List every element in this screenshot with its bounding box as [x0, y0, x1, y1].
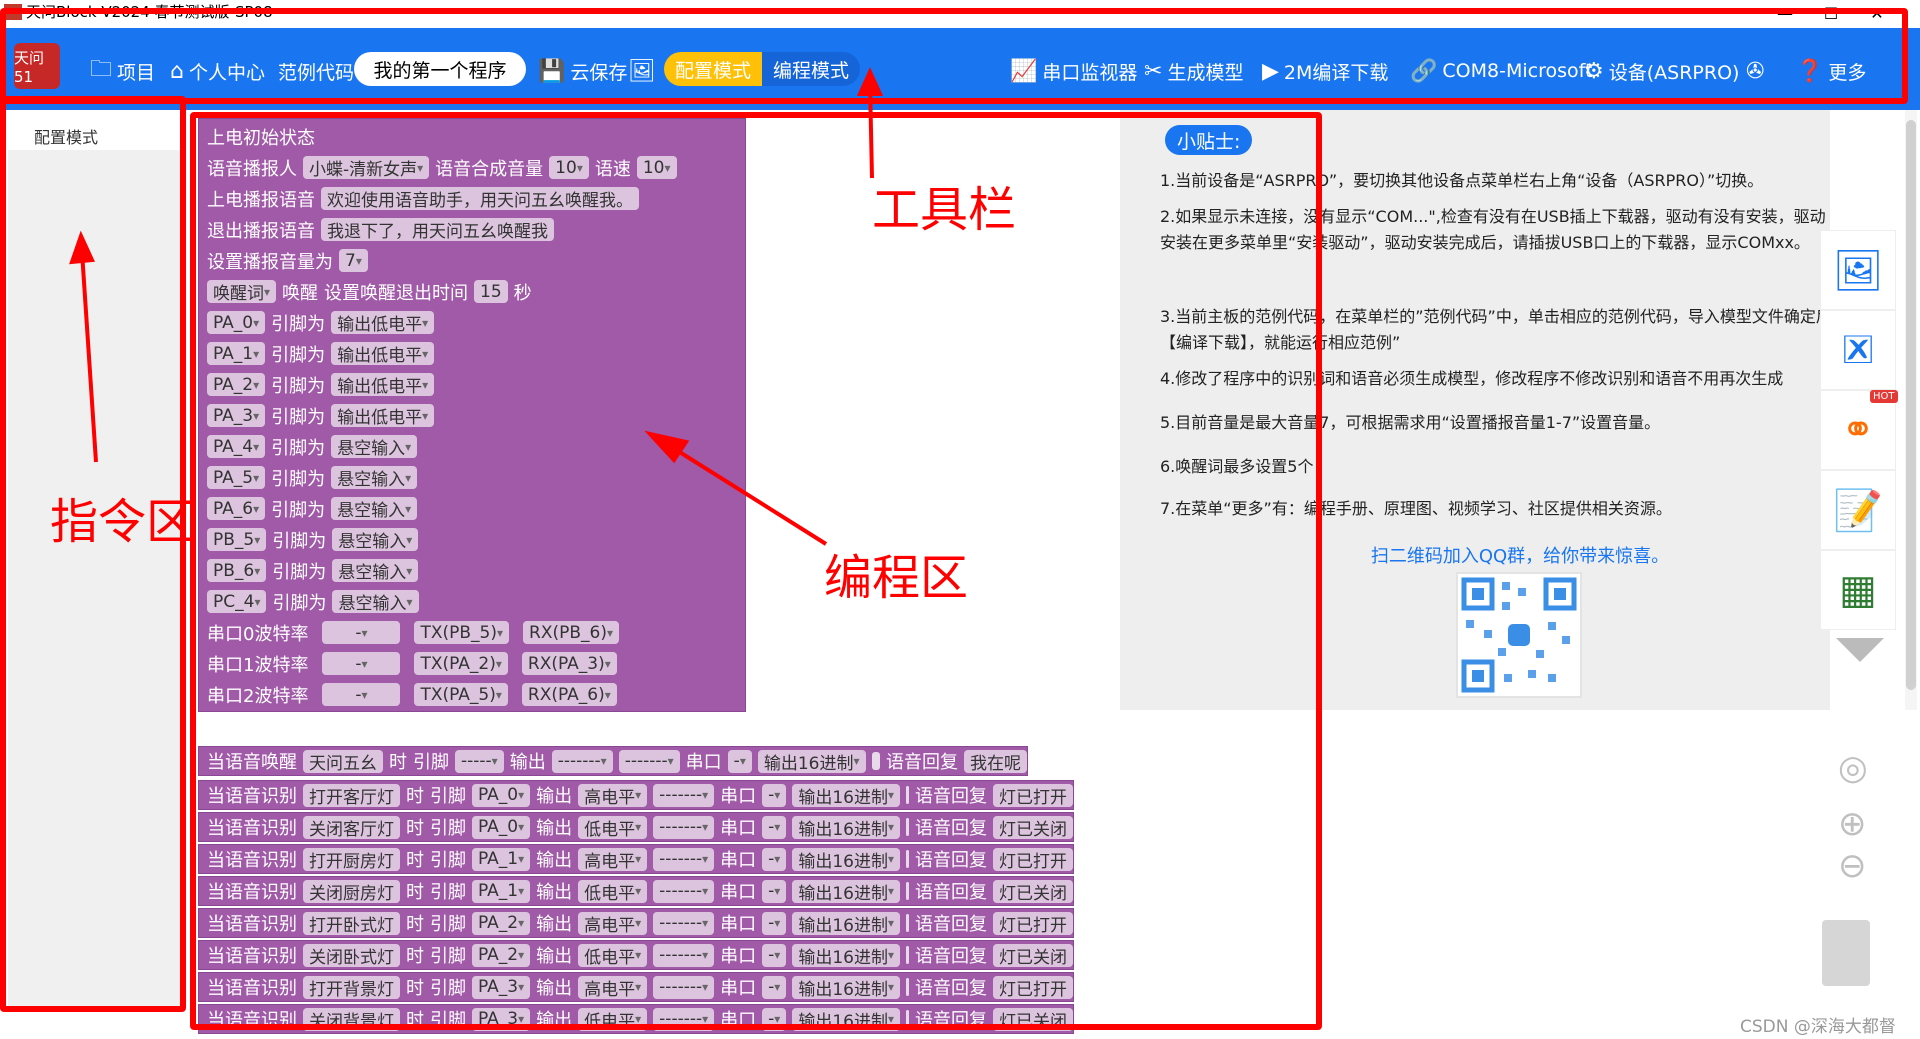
annotation-arrows: [69, 67, 884, 546]
watermark: CSDN @深海大都督: [1740, 1017, 1896, 1037]
